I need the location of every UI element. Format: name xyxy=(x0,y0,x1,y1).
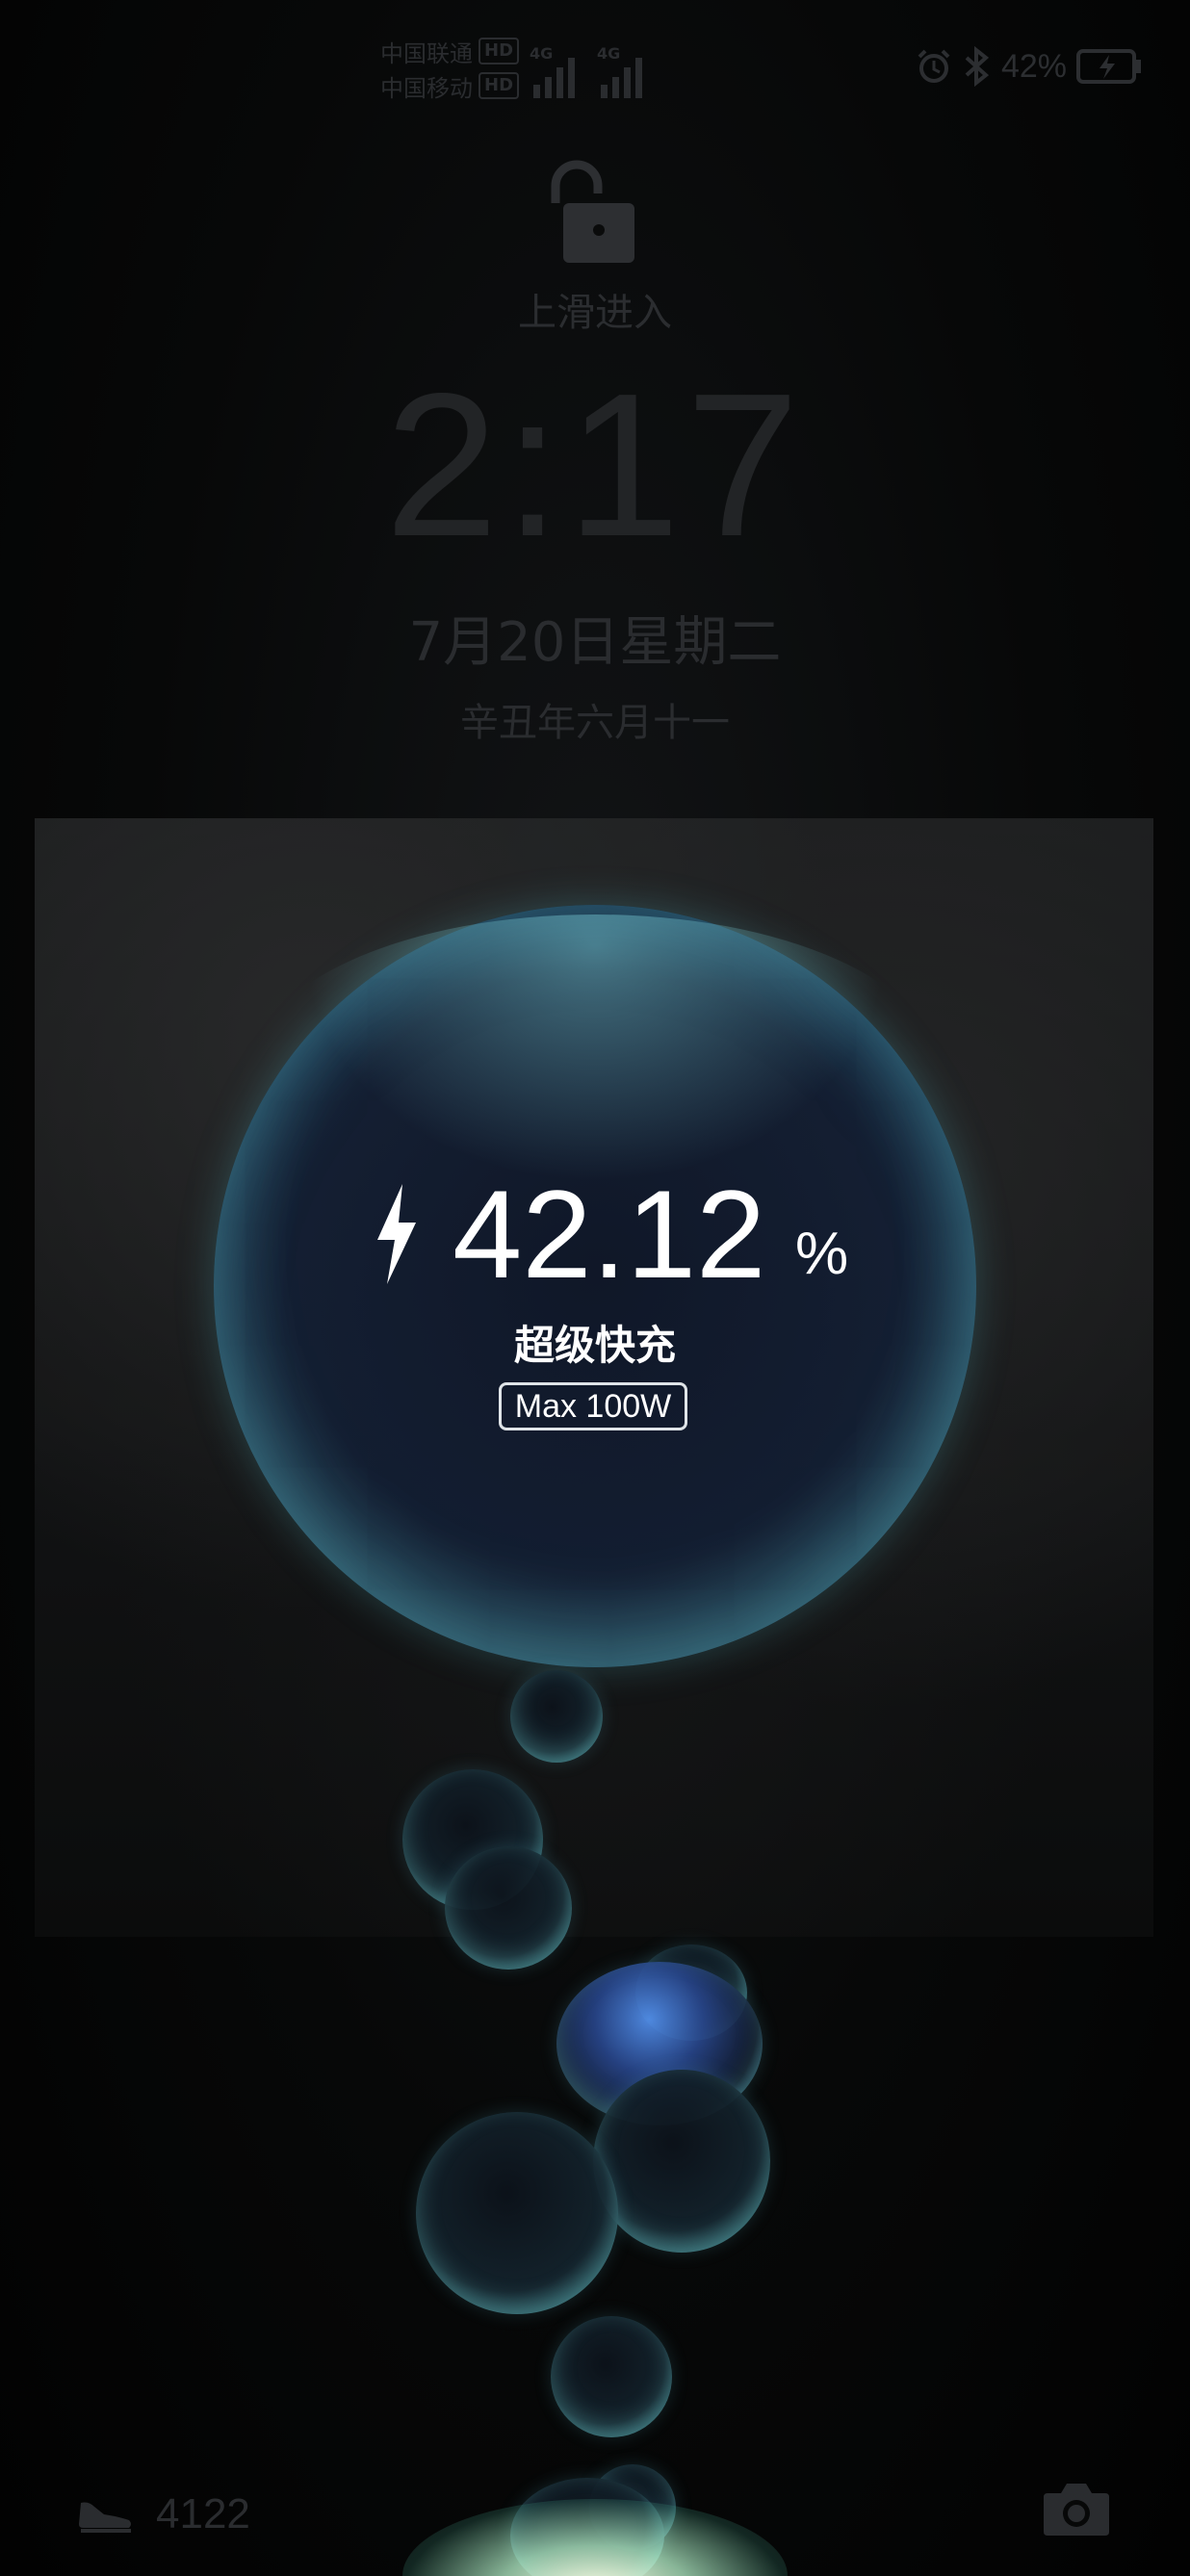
signal-icon xyxy=(601,58,642,98)
carrier-row-2: 中国移动 HD xyxy=(380,69,520,102)
lightning-bolt-icon xyxy=(377,1184,416,1284)
steps-value: 4122 xyxy=(156,2490,250,2537)
carrier-2-name: 中国移动 xyxy=(380,74,473,102)
signal-icon xyxy=(533,58,575,98)
charge-percent-sign: % xyxy=(795,1221,849,1287)
unlock-hint: 上滑进入 xyxy=(518,291,672,335)
battery-percent: 42% xyxy=(1000,47,1067,85)
alarm-icon xyxy=(918,49,950,83)
max-power-badge: Max 100W xyxy=(499,1382,687,1430)
unlock-icon[interactable] xyxy=(534,157,656,267)
lock-screen: 中国联通 HD 中国移动 HD 4G 4G 42% 上滑进入 2:17 7月20… xyxy=(0,0,1190,2576)
hd-badge-2: HD xyxy=(479,72,520,99)
clock-time: 2:17 xyxy=(384,350,806,579)
lunar-date: 辛丑年六月十一 xyxy=(460,701,730,745)
clock-date: 7月20日星期二 xyxy=(408,611,782,674)
carrier-info: 中国联通 HD 中国移动 HD 4G 4G xyxy=(380,35,669,104)
battery-charging-icon xyxy=(1076,49,1141,84)
charge-bubble xyxy=(510,1670,603,1763)
status-icons: 42% xyxy=(915,43,1142,90)
charge-percent: 42.12 xyxy=(453,1164,766,1304)
camera-icon[interactable] xyxy=(1042,2480,1111,2537)
carrier-1-name: 中国联通 xyxy=(380,39,473,67)
carrier-row-1: 中国联通 HD xyxy=(380,35,520,67)
charge-mode: 超级快充 xyxy=(513,1322,676,1369)
status-bar: 中国联通 HD 中国移动 HD 4G 4G 42% xyxy=(0,0,1190,135)
charge-bubble xyxy=(416,2112,618,2314)
charge-bubble xyxy=(551,2316,672,2437)
bluetooth-icon xyxy=(965,46,990,87)
step-counter: 4122 xyxy=(75,2484,250,2545)
charging-base-glow xyxy=(402,2499,788,2576)
charge-bubble xyxy=(445,1846,572,1970)
shoe-icon xyxy=(79,2502,131,2533)
charge-bubble xyxy=(593,2070,770,2253)
hd-badge-1: HD xyxy=(479,38,520,64)
